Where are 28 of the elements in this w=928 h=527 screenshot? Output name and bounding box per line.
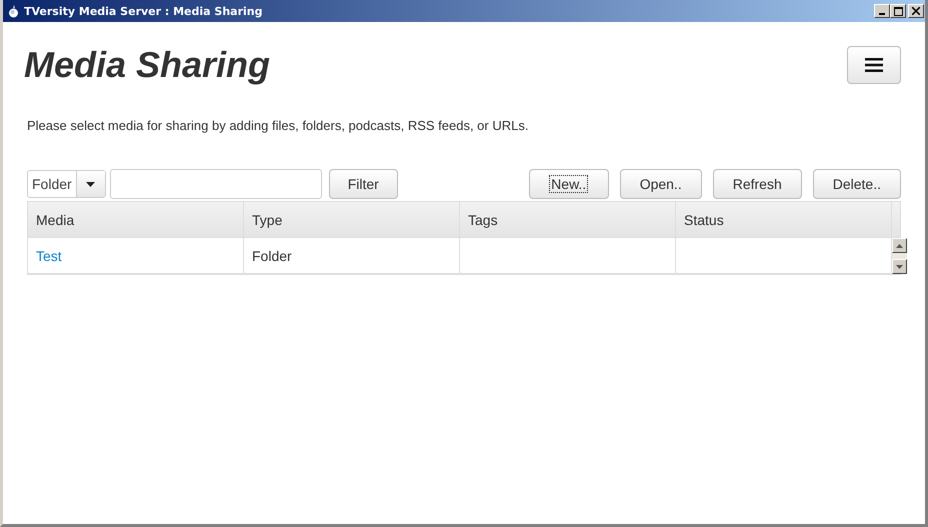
toolbar-button[interactable]: Delete.. [812, 169, 901, 199]
toolbar-button[interactable]: New.. [528, 169, 609, 199]
table-cell: Folder [244, 238, 460, 274]
menu-button[interactable] [847, 46, 901, 84]
toolbar-button[interactable]: Refresh [712, 169, 802, 199]
filter-field[interactable] [110, 169, 322, 199]
column-header[interactable]: Tags [460, 202, 676, 237]
scroll-up-icon [896, 244, 903, 248]
column-header[interactable]: Media [28, 202, 244, 237]
maximize-icon [894, 6, 902, 16]
maximize-button[interactable] [890, 4, 906, 18]
caret-icon [86, 182, 96, 186]
app-icon [8, 4, 19, 18]
scrollbar[interactable] [892, 238, 907, 274]
close-icon [912, 7, 920, 15]
minimize-button[interactable] [874, 4, 890, 18]
toolbar-button[interactable]: Open.. [620, 169, 702, 199]
type-dropdown[interactable]: Folder [27, 170, 106, 198]
window-title: TVersity Media Server : Media Sharing [24, 4, 262, 18]
media-link[interactable]: Test [36, 248, 62, 264]
close-button[interactable] [908, 4, 924, 18]
description-text: Please select media for sharing by adding files, folders, podcasts, RSS feeds, or URLs. [27, 118, 530, 133]
menu-icon [865, 58, 883, 72]
filter-button[interactable]: Filter [328, 169, 398, 199]
scroll-down-icon [896, 264, 903, 268]
column-header[interactable]: Status [676, 202, 892, 237]
column-header[interactable]: Type [244, 202, 460, 237]
page-title: Media Sharing [24, 44, 270, 86]
